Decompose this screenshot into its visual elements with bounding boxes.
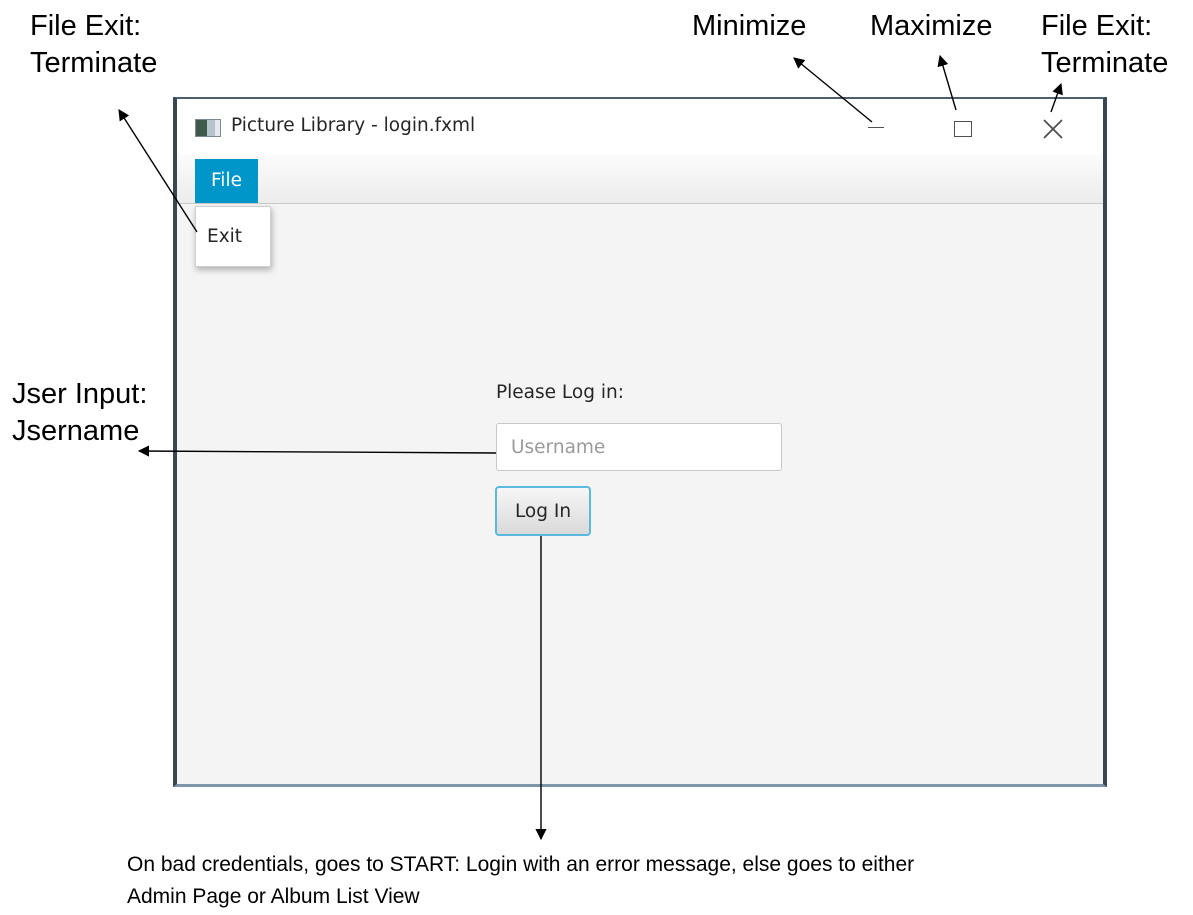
annotation-text: Admin Page or Album List View [127,885,420,908]
annotation-file-exit-left: File Exit: Terminate [30,8,157,82]
annotation-minimize: Minimize [692,10,807,42]
annotation-text: Jsername [12,415,140,447]
login-button[interactable]: Log In [495,486,591,536]
menu-item-exit[interactable]: Exit [196,207,270,266]
close-button[interactable] [1035,113,1071,145]
annotation-file-exit-right: File Exit: Terminate [1041,8,1168,82]
minimize-button[interactable] [859,113,895,145]
app-window-icon [195,119,221,137]
annotation-login-outcome: On bad credentials, goes to START: Login… [127,849,914,913]
file-menu-dropdown: Exit [195,206,271,267]
menu-file[interactable]: File [195,159,258,203]
minimize-icon [868,127,884,128]
annotation-user-input: Jser Input: Jsername [12,376,147,450]
app-window: Picture Library - login.fxml File Exit P… [173,97,1107,787]
annotation-text: Jser Input: [12,378,148,410]
username-input[interactable] [496,423,782,471]
annotation-text: Terminate [30,47,158,79]
title-bar[interactable]: Picture Library - login.fxml [177,99,1103,155]
annotation-maximize: Maximize [870,10,993,42]
menu-bar: File [177,155,1103,204]
annotation-text: File Exit: [1041,10,1153,42]
window-title: Picture Library - login.fxml [231,115,476,136]
maximize-button[interactable] [945,113,981,145]
maximize-icon [954,121,972,137]
login-prompt: Please Log in: [496,382,624,403]
annotation-text: On bad credentials, goes to START: Login… [127,853,915,876]
close-icon [1043,119,1063,139]
annotation-text: File Exit: [30,10,142,42]
annotation-text: Terminate [1041,47,1169,79]
